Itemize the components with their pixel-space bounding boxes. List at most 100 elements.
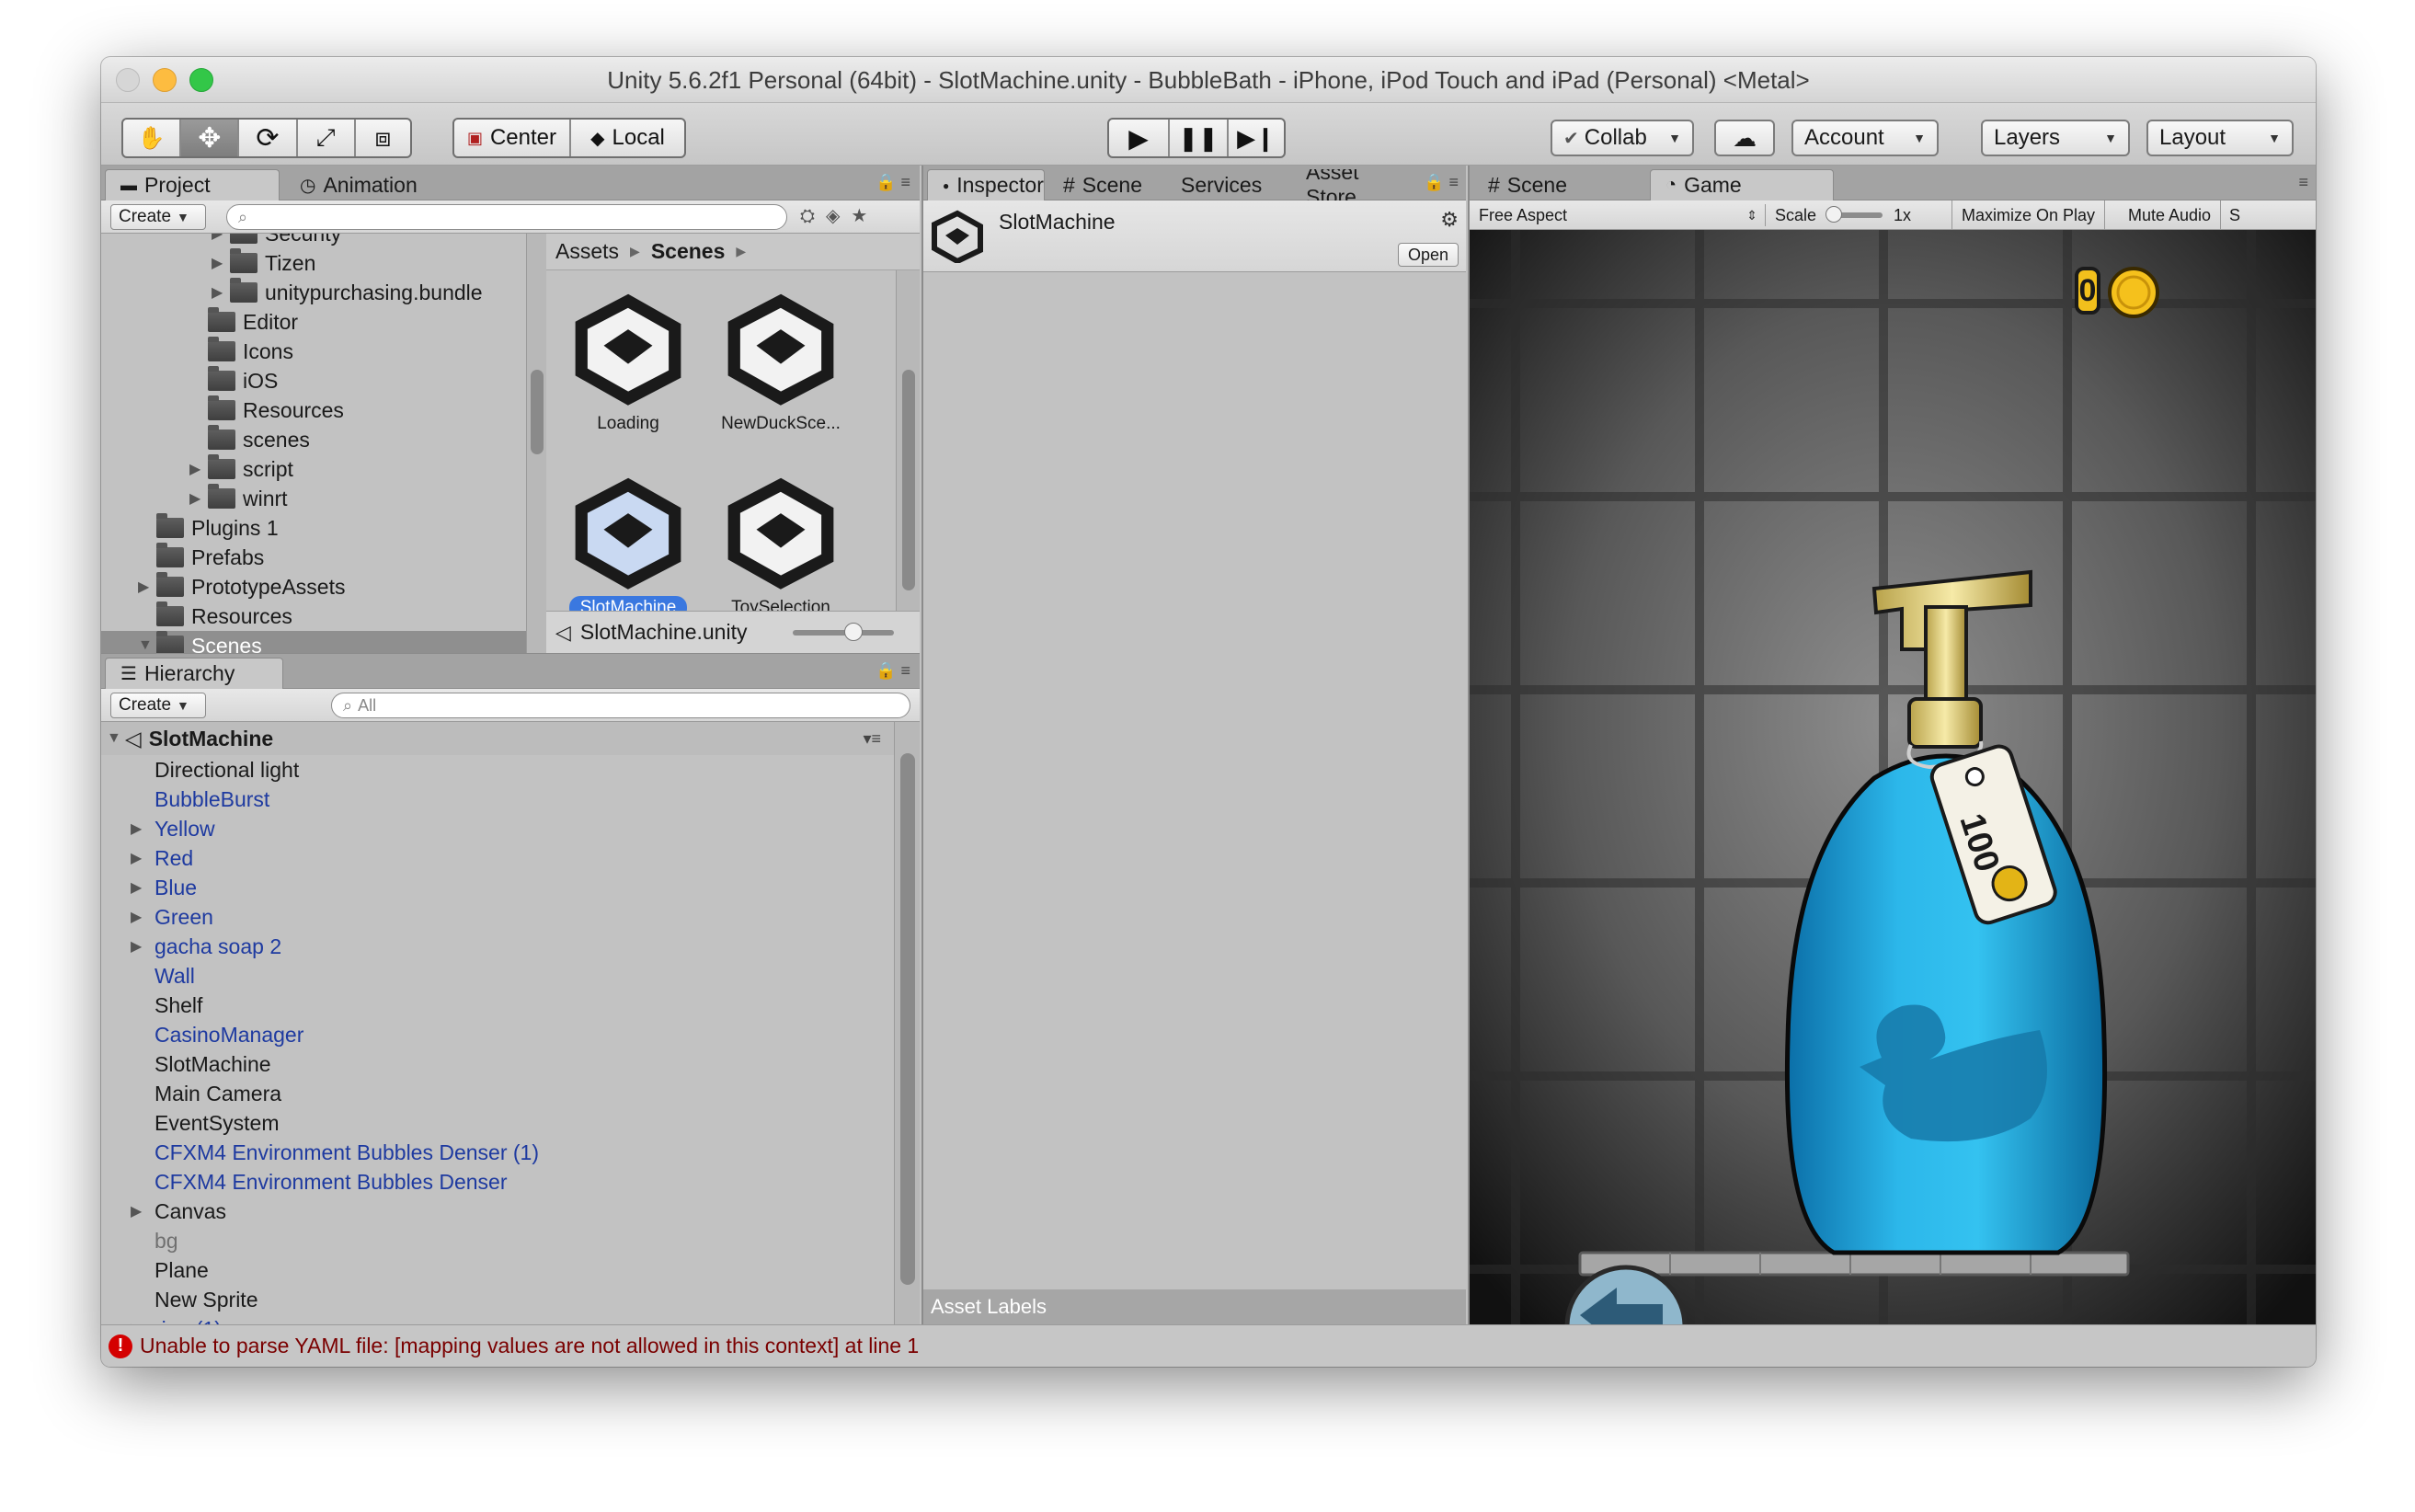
- play-button[interactable]: ▶: [1109, 120, 1170, 156]
- tab-asset-store[interactable]: Asset Store: [1291, 169, 1411, 200]
- triangle-right-icon[interactable]: ▶: [189, 489, 208, 508]
- tree-scroll-thumb[interactable]: [531, 370, 544, 454]
- hierarchy-item[interactable]: Main Camera: [101, 1079, 894, 1108]
- hierarchy-item[interactable]: ▶ring (1): [101, 1314, 894, 1325]
- rotate-tool-button[interactable]: ⟳: [239, 120, 298, 156]
- hierarchy-item[interactable]: CFXM4 Environment Bubbles Denser: [101, 1167, 894, 1197]
- triangle-down-icon[interactable]: ▼: [138, 637, 156, 653]
- hierarchy-item[interactable]: CFXM4 Environment Bubbles Denser (1): [101, 1138, 894, 1167]
- account-dropdown[interactable]: Account ▼: [1791, 120, 1939, 156]
- folder-tree-item[interactable]: ▶ Security: [101, 234, 526, 248]
- asset-scroll-thumb[interactable]: [902, 370, 915, 590]
- scene-asset[interactable]: Loading: [559, 289, 697, 473]
- filter-icons[interactable]: ⛭◈★: [800, 204, 878, 227]
- folder-tree-item[interactable]: ▶ script: [101, 454, 526, 484]
- tab-game[interactable]: ◔ Game: [1650, 169, 1834, 200]
- triangle-right-icon[interactable]: ▶: [212, 254, 230, 272]
- scene-header[interactable]: ▼ ◁ SlotMachine ▾≡: [101, 722, 894, 755]
- asset-labels-bar[interactable]: Asset Labels: [923, 1289, 1466, 1324]
- triangle-right-icon[interactable]: ▶: [212, 234, 230, 243]
- move-tool-button[interactable]: ✥: [181, 120, 240, 156]
- folder-tree-item[interactable]: ▶ winrt: [101, 484, 526, 513]
- folder-tree-item[interactable]: iOS: [101, 366, 526, 395]
- hierarchy-item[interactable]: New Sprite: [101, 1285, 894, 1314]
- hand-tool-button[interactable]: ✋: [123, 120, 182, 156]
- tab-inspector[interactable]: ● Inspector: [927, 169, 1045, 200]
- step-button[interactable]: ▶❙: [1229, 120, 1284, 156]
- hierarchy-item[interactable]: bg: [101, 1226, 894, 1255]
- triangle-right-icon[interactable]: ▶: [212, 283, 230, 302]
- cloud-button[interactable]: ☁: [1714, 120, 1775, 156]
- triangle-right-icon[interactable]: ▶: [131, 908, 149, 926]
- tab-scene[interactable]: # Scene: [1048, 169, 1162, 200]
- scale-control[interactable]: Scale 1x: [1775, 204, 1911, 226]
- folder-tree-item[interactable]: scenes: [101, 425, 526, 454]
- pause-button[interactable]: ❚❚: [1170, 120, 1229, 156]
- mute-audio-toggle[interactable]: Mute Audio: [2119, 200, 2222, 230]
- triangle-right-icon[interactable]: ▶: [131, 819, 149, 838]
- hierarchy-item[interactable]: CasinoManager: [101, 1020, 894, 1049]
- hierarchy-item[interactable]: Plane: [101, 1255, 894, 1285]
- folder-tree-item[interactable]: Editor: [101, 307, 526, 337]
- stats-toggle[interactable]: S: [2224, 200, 2246, 230]
- folder-tree-item[interactable]: Resources: [101, 601, 526, 631]
- hierarchy-item[interactable]: EventSystem: [101, 1108, 894, 1138]
- gear-icon[interactable]: ⚙: [1440, 208, 1459, 232]
- hierarchy-create-dropdown[interactable]: Create ▼: [110, 693, 206, 718]
- hierarchy-item[interactable]: SlotMachine: [101, 1049, 894, 1079]
- triangle-right-icon[interactable]: ▶: [131, 878, 149, 897]
- triangle-down-icon[interactable]: ▼: [107, 730, 125, 747]
- icon-size-slider[interactable]: [793, 622, 894, 641]
- folder-tree-item[interactable]: Plugins 1: [101, 513, 526, 543]
- breadcrumb-scenes[interactable]: Scenes: [651, 239, 726, 264]
- tab-hierarchy[interactable]: ☰ Hierarchy: [105, 658, 283, 689]
- folder-tree-item[interactable]: ▶ Tizen: [101, 248, 526, 278]
- slider-knob[interactable]: [1826, 206, 1843, 223]
- tab-scene-view[interactable]: # Scene: [1473, 169, 1611, 200]
- hierarchy-item[interactable]: BubbleBurst: [101, 785, 894, 814]
- game-viewport[interactable]: 0 100: [1470, 230, 2316, 1324]
- panel-menu-icon[interactable]: 🔒 ≡: [876, 173, 910, 192]
- folder-tree-item[interactable]: ▼ Scenes: [101, 631, 526, 653]
- triangle-right-icon[interactable]: ▶: [131, 849, 149, 867]
- hierarchy-scroll-thumb[interactable]: [900, 753, 915, 1285]
- folder-tree-item[interactable]: Prefabs: [101, 543, 526, 572]
- slider-knob[interactable]: [844, 622, 863, 641]
- folder-tree-item[interactable]: ▶ unitypurchasing.bundle: [101, 278, 526, 307]
- triangle-right-icon[interactable]: ▶: [189, 460, 208, 478]
- layout-dropdown[interactable]: Layout ▼: [2146, 120, 2294, 156]
- tree-scrollbar[interactable]: [526, 234, 546, 653]
- tab-project[interactable]: ▬ Project: [105, 169, 280, 200]
- status-bar[interactable]: ! Unable to parse YAML file: [mapping va…: [101, 1324, 2316, 1367]
- scene-asset[interactable]: NewDuckSce...: [712, 289, 850, 473]
- pivot-center-button[interactable]: ▣ Center: [454, 120, 571, 156]
- panel-menu-icon[interactable]: 🔒 ≡: [876, 661, 910, 681]
- panel-menu-icon[interactable]: ≡: [2298, 173, 2308, 192]
- folder-tree-item[interactable]: ▶ PrototypeAssets: [101, 572, 526, 601]
- scale-tool-button[interactable]: ⤢: [298, 120, 356, 156]
- hierarchy-item[interactable]: Directional light: [101, 755, 894, 785]
- triangle-right-icon[interactable]: ▶: [138, 578, 156, 596]
- hierarchy-item[interactable]: Shelf: [101, 991, 894, 1020]
- open-button[interactable]: Open: [1397, 243, 1459, 267]
- hierarchy-item[interactable]: ▶ Red: [101, 843, 894, 873]
- project-search-input[interactable]: ⌕: [226, 204, 787, 230]
- triangle-right-icon[interactable]: ▶: [131, 1202, 149, 1220]
- rect-tool-button[interactable]: ⧈: [356, 120, 410, 156]
- project-create-dropdown[interactable]: Create ▼: [110, 204, 206, 230]
- hierarchy-search-input[interactable]: ⌕ All: [331, 693, 910, 718]
- hierarchy-scrollbar[interactable]: [894, 722, 920, 1324]
- collab-dropdown[interactable]: ✔ Collab ▼: [1551, 120, 1694, 156]
- breadcrumb-assets[interactable]: Assets: [555, 239, 619, 264]
- folder-tree-item[interactable]: Icons: [101, 337, 526, 366]
- hierarchy-item[interactable]: ▶ Yellow: [101, 814, 894, 843]
- scale-slider[interactable]: [1826, 206, 1883, 223]
- pivot-local-button[interactable]: ◆ Local: [571, 120, 684, 156]
- triangle-right-icon[interactable]: ▶: [131, 937, 149, 956]
- hierarchy-item[interactable]: ▶ Canvas: [101, 1197, 894, 1226]
- hierarchy-item[interactable]: ▶ gacha soap 2: [101, 932, 894, 961]
- tab-services[interactable]: Services: [1166, 169, 1288, 200]
- hierarchy-item[interactable]: ▶ Blue: [101, 873, 894, 902]
- maximize-on-play-toggle[interactable]: Maximize On Play: [1951, 200, 2106, 230]
- scene-menu-icon[interactable]: ▾≡: [863, 729, 881, 749]
